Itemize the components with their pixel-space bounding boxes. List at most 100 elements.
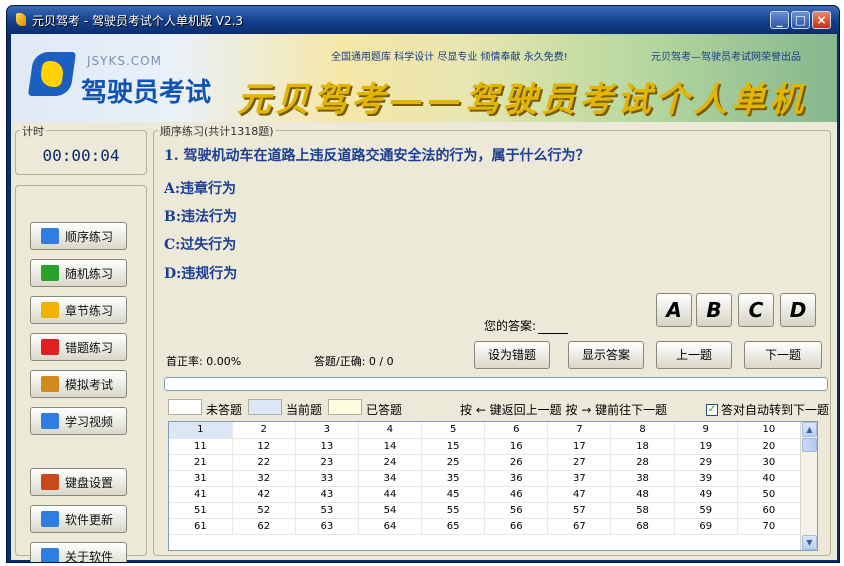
question-cell[interactable]: 6 xyxy=(484,422,549,439)
question-cell[interactable]: 67 xyxy=(547,518,612,535)
question-cell[interactable]: 47 xyxy=(547,486,612,503)
question-cell[interactable]: 29 xyxy=(674,454,738,471)
option-a[interactable]: A:违章行为 xyxy=(164,178,236,198)
question-cell[interactable]: 41 xyxy=(169,486,233,503)
show-answer-button[interactable]: 显示答案 xyxy=(568,341,644,369)
nav-button-3[interactable]: 章节练习 xyxy=(30,296,127,324)
question-cell[interactable]: 32 xyxy=(232,470,296,487)
question-cell[interactable]: 65 xyxy=(421,518,486,535)
question-cell[interactable]: 11 xyxy=(169,438,233,455)
question-cell[interactable]: 52 xyxy=(232,502,296,519)
grid-scrollbar[interactable]: ▲ ▼ xyxy=(800,422,817,550)
question-cell[interactable]: 22 xyxy=(232,454,296,471)
question-cell[interactable]: 35 xyxy=(421,470,486,487)
question-cell[interactable]: 51 xyxy=(169,502,233,519)
question-cell[interactable]: 44 xyxy=(358,486,423,503)
nav-button-8[interactable]: 软件更新 xyxy=(30,505,127,533)
nav-button-9[interactable]: 关于软件 xyxy=(30,542,127,562)
option-b[interactable]: B:违法行为 xyxy=(164,206,237,226)
nav-button-4[interactable]: 错题练习 xyxy=(30,333,127,361)
question-cell[interactable]: 49 xyxy=(674,486,738,503)
question-cell[interactable]: 2 xyxy=(232,422,296,439)
question-cell[interactable]: 43 xyxy=(295,486,359,503)
prev-button[interactable]: 上一题 xyxy=(656,341,732,369)
question-cell[interactable]: 34 xyxy=(358,470,423,487)
answer-b-button[interactable]: B xyxy=(696,293,732,327)
question-cell[interactable]: 7 xyxy=(547,422,612,439)
question-cell[interactable]: 16 xyxy=(484,438,549,455)
nav-button-5[interactable]: 模拟考试 xyxy=(30,370,127,398)
option-d[interactable]: D:违规行为 xyxy=(164,263,237,283)
question-cell[interactable]: 63 xyxy=(295,518,359,535)
close-button[interactable]: × xyxy=(812,11,831,29)
question-cell[interactable]: 64 xyxy=(358,518,423,535)
question-cell[interactable]: 54 xyxy=(358,502,423,519)
question-cell[interactable]: 30 xyxy=(737,454,802,471)
question-cell[interactable]: 15 xyxy=(421,438,486,455)
question-cell[interactable]: 27 xyxy=(547,454,612,471)
nav-button-7[interactable]: 键盘设置 xyxy=(30,468,127,496)
question-cell[interactable]: 4 xyxy=(358,422,423,439)
question-cell[interactable]: 50 xyxy=(737,486,802,503)
question-cell[interactable]: 57 xyxy=(547,502,612,519)
question-cell[interactable]: 58 xyxy=(610,502,675,519)
question-cell[interactable]: 33 xyxy=(295,470,359,487)
question-cell[interactable]: 68 xyxy=(610,518,675,535)
question-cell[interactable]: 14 xyxy=(358,438,423,455)
auto-next-checkbox[interactable]: ✓ 答对自动转到下一题 xyxy=(706,401,829,418)
option-c[interactable]: C:过失行为 xyxy=(164,234,236,254)
question-cell[interactable]: 20 xyxy=(737,438,802,455)
question-cell[interactable]: 61 xyxy=(169,518,233,535)
nav-button-1[interactable]: 顺序练习 xyxy=(30,222,127,250)
question-cell[interactable]: 25 xyxy=(421,454,486,471)
question-cell[interactable]: 36 xyxy=(484,470,549,487)
question-cell[interactable]: 24 xyxy=(358,454,423,471)
answer-a-button[interactable]: A xyxy=(656,293,692,327)
question-cell[interactable]: 66 xyxy=(484,518,549,535)
question-cell[interactable]: 42 xyxy=(232,486,296,503)
question-cell[interactable]: 40 xyxy=(737,470,802,487)
question-cell[interactable]: 28 xyxy=(610,454,675,471)
question-cell[interactable]: 56 xyxy=(484,502,549,519)
question-cell[interactable]: 18 xyxy=(610,438,675,455)
question-cell[interactable]: 48 xyxy=(610,486,675,503)
question-cell[interactable]: 69 xyxy=(674,518,738,535)
question-cell[interactable]: 5 xyxy=(421,422,486,439)
question-cell[interactable]: 59 xyxy=(674,502,738,519)
question-cell[interactable]: 13 xyxy=(295,438,359,455)
question-cell[interactable]: 1 xyxy=(169,422,233,439)
question-cell[interactable]: 37 xyxy=(547,470,612,487)
next-button[interactable]: 下一题 xyxy=(744,341,822,369)
question-cell[interactable]: 45 xyxy=(421,486,486,503)
scroll-down-icon[interactable]: ▼ xyxy=(802,535,817,550)
scroll-up-icon[interactable]: ▲ xyxy=(802,422,817,437)
question-cell[interactable]: 9 xyxy=(674,422,738,439)
nav-button-6[interactable]: 学习视频 xyxy=(30,407,127,435)
question-cell[interactable]: 70 xyxy=(737,518,802,535)
question-cell[interactable]: 38 xyxy=(610,470,675,487)
question-cell[interactable]: 60 xyxy=(737,502,802,519)
question-cell[interactable]: 8 xyxy=(610,422,675,439)
question-cell[interactable]: 55 xyxy=(421,502,486,519)
answer-d-button[interactable]: D xyxy=(780,293,816,327)
title-bar[interactable]: 元贝驾考 - 驾驶员考试个人单机版 V2.3 _ □ × xyxy=(7,6,839,34)
checkbox-icon[interactable]: ✓ xyxy=(706,403,718,416)
question-cell[interactable]: 31 xyxy=(169,470,233,487)
question-cell[interactable]: 23 xyxy=(295,454,359,471)
maximize-button[interactable]: □ xyxy=(791,11,810,29)
scroll-thumb[interactable] xyxy=(802,438,817,452)
question-cell[interactable]: 26 xyxy=(484,454,549,471)
question-cell[interactable]: 3 xyxy=(295,422,359,439)
question-cell[interactable]: 46 xyxy=(484,486,549,503)
question-cell[interactable]: 17 xyxy=(547,438,612,455)
question-cell[interactable]: 21 xyxy=(169,454,233,471)
answer-c-button[interactable]: C xyxy=(738,293,774,327)
question-cell[interactable]: 53 xyxy=(295,502,359,519)
question-cell[interactable]: 39 xyxy=(674,470,738,487)
nav-button-2[interactable]: 随机练习 xyxy=(30,259,127,287)
question-cell[interactable]: 62 xyxy=(232,518,296,535)
question-cell[interactable]: 10 xyxy=(737,422,802,439)
question-cell[interactable]: 12 xyxy=(232,438,296,455)
minimize-button[interactable]: _ xyxy=(770,11,789,29)
question-cell[interactable]: 19 xyxy=(674,438,738,455)
